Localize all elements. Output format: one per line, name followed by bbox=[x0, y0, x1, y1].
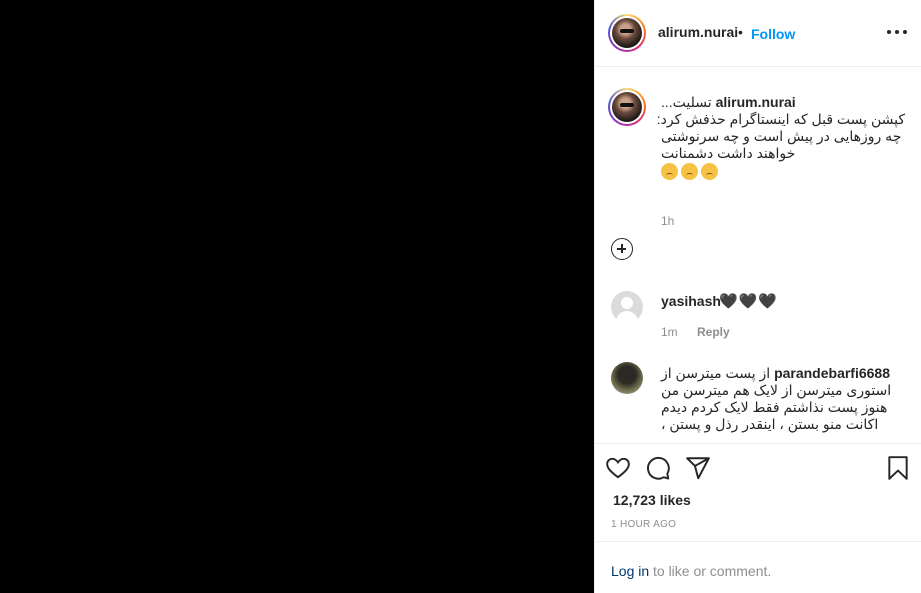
action-bar: 12,723 likes 1 HOUR AGO bbox=[595, 443, 921, 541]
heart-icon[interactable] bbox=[605, 455, 631, 481]
login-bar: Log in to like or comment. bbox=[595, 541, 921, 593]
follow-button[interactable]: Follow bbox=[751, 26, 795, 42]
comment-time: 1m bbox=[661, 325, 678, 339]
caption-username[interactable]: alirum.nurai bbox=[716, 94, 796, 110]
caption-line-2: کپشن پست قبل که اینستاگرام حذفش کرد: bbox=[656, 111, 905, 127]
more-options-icon[interactable] bbox=[887, 22, 911, 42]
login-link[interactable]: Log in bbox=[611, 563, 649, 579]
pensive-face-icon bbox=[681, 162, 698, 180]
avatar[interactable] bbox=[611, 362, 643, 394]
comment: parandebarfi6688 از پست میترسن از استوری… bbox=[661, 365, 905, 433]
caption-line-3: چه روزهایی در پیش است و چه سرنوشتی خواهن… bbox=[661, 128, 902, 161]
avatar[interactable] bbox=[611, 291, 643, 323]
caption-line-1: تسلیت... bbox=[661, 94, 712, 110]
caption: alirum.nurai تسلیت... کپشن پست قبل که ای… bbox=[656, 94, 905, 180]
login-prompt-text: to like or comment. bbox=[653, 563, 772, 579]
caption-avatar[interactable] bbox=[608, 88, 646, 126]
comment-text: 🖤🖤🖤 bbox=[719, 293, 779, 310]
pensive-face-icon bbox=[661, 162, 678, 180]
comment-username[interactable]: parandebarfi6688 bbox=[774, 365, 890, 381]
comments-list[interactable]: alirum.nurai تسلیت... کپشن پست قبل که ای… bbox=[595, 68, 921, 442]
post-media[interactable] bbox=[0, 0, 594, 593]
pensive-face-icon bbox=[701, 162, 718, 180]
author-username[interactable]: alirum.nurai bbox=[658, 24, 738, 40]
caption-emoji bbox=[661, 162, 905, 180]
share-icon[interactable] bbox=[685, 455, 711, 481]
comment-username[interactable]: yasihash bbox=[661, 293, 721, 309]
load-more-comments-icon[interactable] bbox=[611, 238, 633, 260]
post-header: alirum.nurai • Follow bbox=[595, 0, 921, 67]
separator-dot: • bbox=[738, 24, 743, 40]
author-avatar[interactable] bbox=[608, 14, 646, 52]
caption-time: 1h bbox=[661, 214, 675, 228]
bookmark-icon[interactable] bbox=[885, 455, 911, 481]
likes-count[interactable]: 12,723 likes bbox=[613, 492, 691, 508]
reply-button[interactable]: Reply bbox=[697, 325, 730, 339]
comment-icon[interactable] bbox=[645, 455, 671, 481]
post-side-panel: alirum.nurai • Follow alirum.nurai تسلیت… bbox=[594, 0, 921, 593]
post-timestamp[interactable]: 1 HOUR AGO bbox=[611, 519, 676, 530]
